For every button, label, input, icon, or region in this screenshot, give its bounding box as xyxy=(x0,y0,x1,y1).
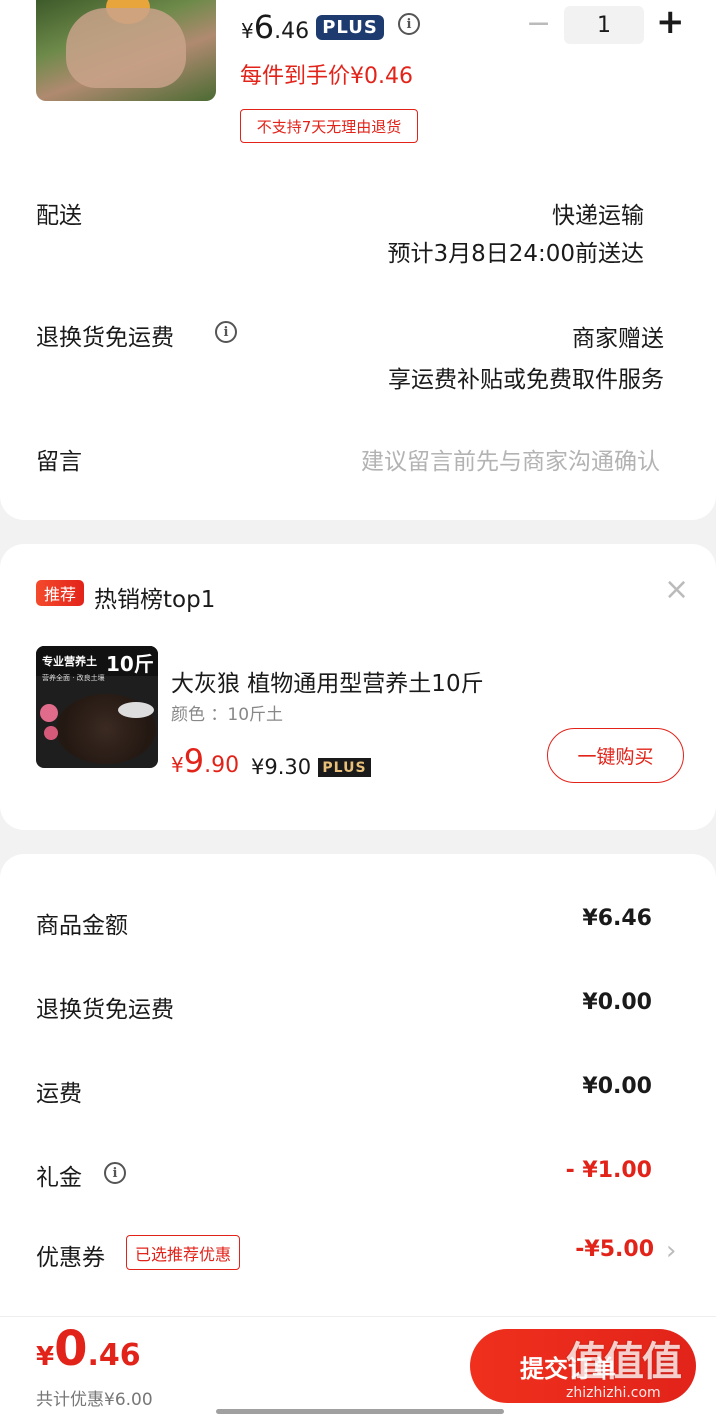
thumb-label-big: 10斤 xyxy=(106,652,154,676)
return-shipping-value: 商家赠送 xyxy=(572,326,664,352)
home-indicator xyxy=(216,1409,504,1414)
recommend-plus-badge: PLUS xyxy=(318,758,371,777)
total-integer: 0 xyxy=(54,1321,88,1377)
coupon-recommended-tag: 已选推荐优惠 xyxy=(126,1235,240,1270)
recommend-price-decimal: .90 xyxy=(204,753,240,778)
summary-row-return-label: 退换货免运费 xyxy=(36,997,174,1023)
summary-row-shipping-label: 运费 xyxy=(36,1081,82,1107)
total-discount-text: 共计优惠¥6.00 xyxy=(36,1390,153,1410)
total-currency: ¥ xyxy=(36,1342,55,1372)
recommend-badge: 推荐 xyxy=(36,580,84,606)
return-shipping-desc: 享运费补贴或免费取件服务 xyxy=(388,367,664,393)
summary-row-return-value: ¥0.00 xyxy=(582,990,652,1015)
per-item-price: 每件到手价¥0.46 xyxy=(240,64,413,89)
price-summary-card: 商品金额 ¥6.46 退换货免运费 ¥0.00 运费 ¥0.00 礼金 i - … xyxy=(0,854,716,1316)
recommend-product-title[interactable]: 大灰狼 植物通用型营养土10斤 xyxy=(171,664,484,698)
recommend-plus-price: ¥9.30 xyxy=(251,755,312,779)
recommend-product-variant: 颜色 ：10斤土 xyxy=(171,705,284,725)
return-policy-tag: 不支持7天无理由退货 xyxy=(240,109,418,143)
delivery-method[interactable]: 快递运输 xyxy=(552,196,644,230)
summary-row-goods-label: 商品金额 xyxy=(36,913,128,939)
chevron-right-icon[interactable]: › xyxy=(666,1236,676,1266)
quantity-decrement-button[interactable]: − xyxy=(526,6,551,41)
watermark-url: zhizhizhi.com xyxy=(566,1385,661,1401)
recommend-title: 热销榜top1 xyxy=(94,587,216,613)
summary-row-shipping-value: ¥0.00 xyxy=(582,1074,652,1099)
summary-row-gift-label: 礼金 xyxy=(36,1165,82,1191)
price-info-icon[interactable]: i xyxy=(398,13,420,35)
thumb-label-sub: 营养全面 · 改良土壤 xyxy=(42,674,105,682)
price-integer: 6 xyxy=(253,8,275,46)
quantity-input[interactable]: 1 xyxy=(564,6,644,44)
total-price: ¥ 0 .46 xyxy=(36,1321,141,1377)
plus-badge: PLUS xyxy=(316,15,384,40)
total-decimal: .46 xyxy=(87,1338,141,1373)
product-price: ¥ 6 .46 xyxy=(241,8,309,46)
price-decimal: .46 xyxy=(274,19,310,44)
summary-row-gift-value: - ¥1.00 xyxy=(565,1158,652,1183)
return-shipping-label: 退换货免运费 xyxy=(36,325,174,351)
delivery-label: 配送 xyxy=(36,203,82,229)
gift-info-icon[interactable]: i xyxy=(104,1162,126,1184)
order-product-card: ¥ 6 .46 PLUS i − 1 + 每件到手价¥0.46 不支持7天无理由… xyxy=(0,0,716,520)
delivery-eta: 预计3月8日24:00前送达 xyxy=(387,241,644,267)
quantity-increment-button[interactable]: + xyxy=(656,2,685,42)
one-click-buy-button[interactable]: 一键购买 xyxy=(547,728,684,783)
recommend-price-currency: ¥ xyxy=(171,753,184,777)
message-input[interactable]: 建议留言前先与商家沟通确认 xyxy=(361,442,660,476)
recommend-card: 推荐 热销榜top1 × 专业营养土 10斤 营养全面 · 改良土壤 大灰狼 植… xyxy=(0,544,716,830)
watermark-logo: 值值值 xyxy=(566,1329,682,1387)
thumb-label-top: 专业营养土 xyxy=(42,655,97,668)
close-icon[interactable]: × xyxy=(664,572,689,607)
price-currency: ¥ xyxy=(241,19,254,43)
recommend-price-integer: 9 xyxy=(183,742,205,780)
checkout-footer: ¥ 0 .46 共计优惠¥6.00 提交订单 值值值 zhizhizhi.com xyxy=(0,1316,716,1416)
watermark-text: 值值值 xyxy=(566,1339,682,1385)
product-thumbnail[interactable] xyxy=(36,0,216,101)
message-label: 留言 xyxy=(36,449,82,475)
recommend-price: ¥ 9 .90 xyxy=(171,742,239,780)
summary-row-coupon-label[interactable]: 优惠券 xyxy=(36,1238,105,1272)
summary-row-coupon-value[interactable]: -¥5.00 xyxy=(575,1237,654,1262)
return-shipping-info-icon[interactable]: i xyxy=(215,321,237,343)
summary-row-goods-value: ¥6.46 xyxy=(582,906,652,931)
recommend-product-thumbnail[interactable]: 专业营养土 10斤 营养全面 · 改良土壤 xyxy=(36,646,158,768)
